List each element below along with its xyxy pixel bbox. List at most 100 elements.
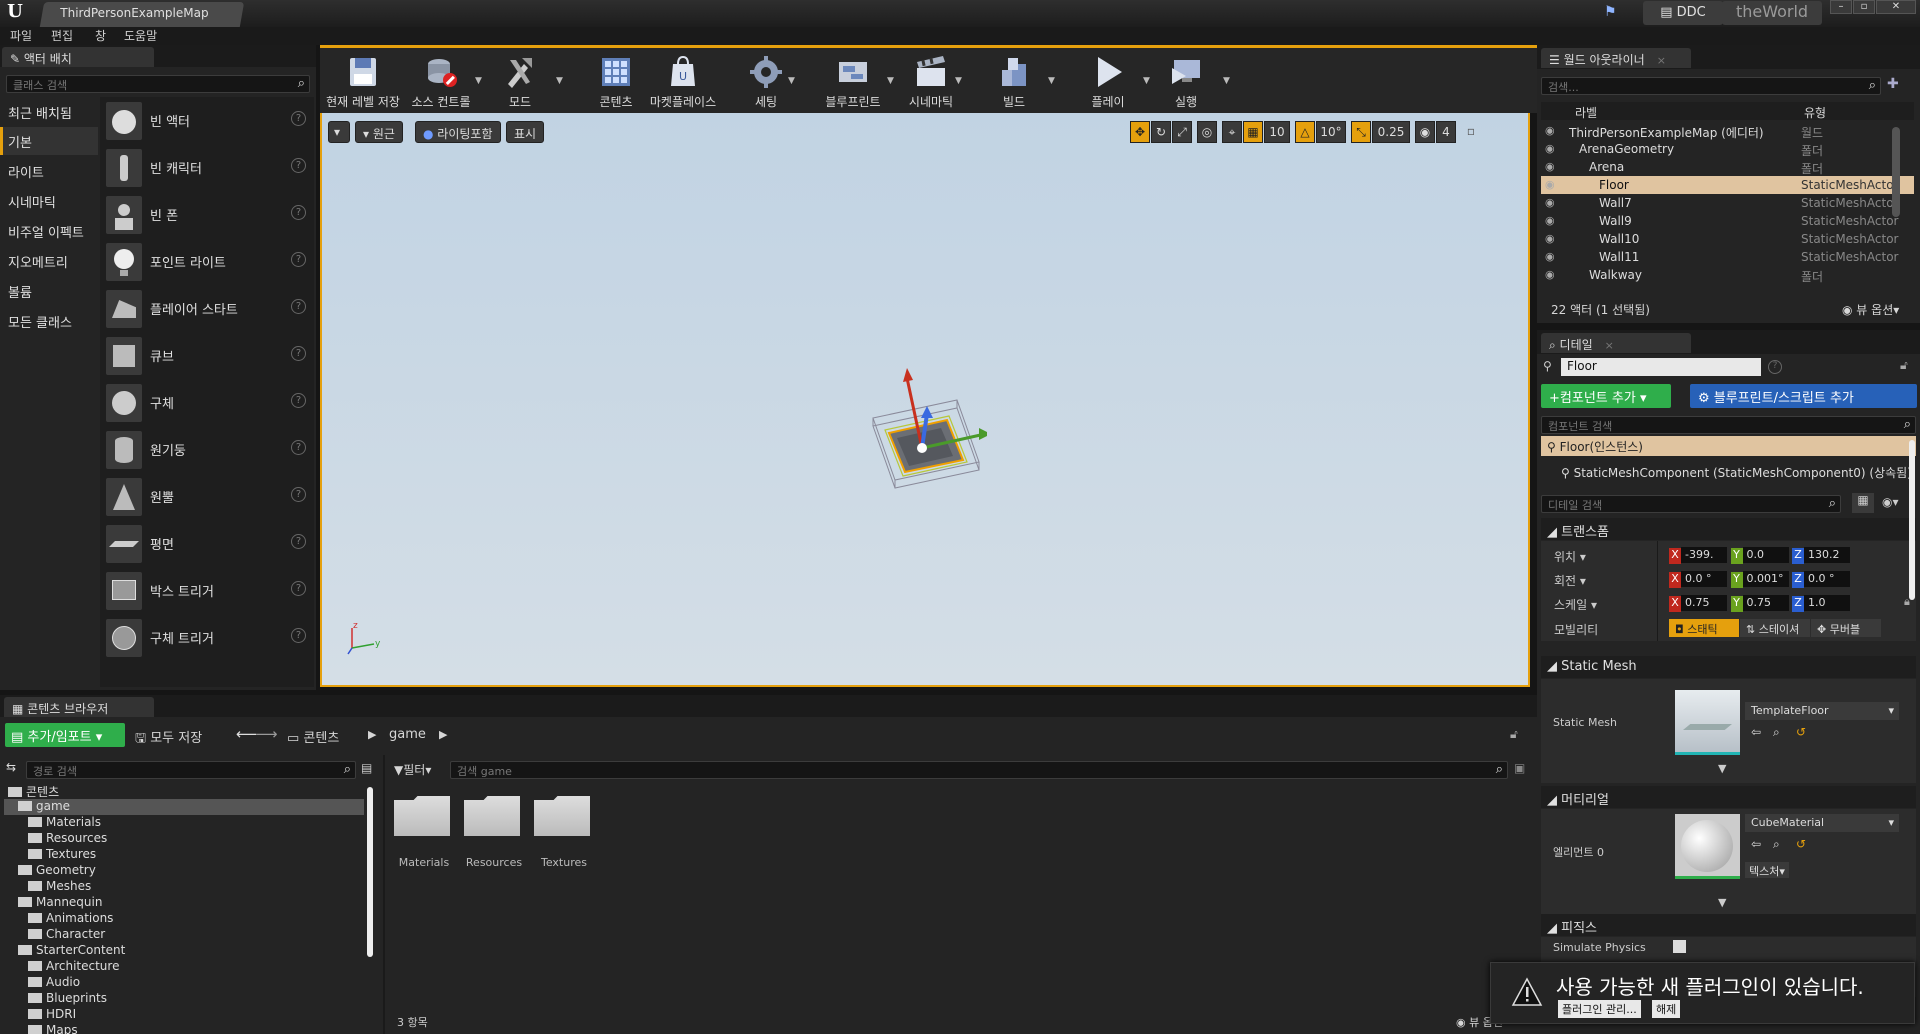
category-visual-effects[interactable]: 비주얼 이펙트 bbox=[0, 217, 98, 245]
folder-tree-item[interactable]: Character bbox=[4, 927, 364, 943]
tree-scrollbar[interactable] bbox=[367, 787, 373, 957]
map-tab[interactable]: ThirdPersonExampleMap bbox=[39, 2, 245, 27]
rotation-label[interactable]: 회전 ▾ bbox=[1554, 572, 1586, 589]
menu-window[interactable]: 창 bbox=[95, 27, 106, 45]
settings-dropdown-icon[interactable]: ▼ bbox=[788, 76, 798, 86]
asset-search-input[interactable]: 검색 game ⌕ bbox=[450, 761, 1508, 779]
visibility-eye-icon[interactable]: ◉ bbox=[1545, 196, 1559, 209]
show-button[interactable]: 표시 bbox=[506, 121, 545, 143]
component-row[interactable]: ⚲ StaticMeshComponent (StaticMeshCompone… bbox=[1561, 464, 1912, 481]
build-button[interactable]: 빌드 bbox=[976, 52, 1052, 112]
location-label[interactable]: 위치 ▾ bbox=[1554, 548, 1586, 565]
help-icon[interactable]: ? bbox=[291, 158, 306, 173]
actor-point-light[interactable]: 포인트 라이트 ? bbox=[104, 240, 310, 285]
folder-tree-item[interactable]: 콘텐츠 bbox=[4, 783, 364, 799]
browse-search-icon[interactable]: ⌕ bbox=[1773, 725, 1780, 740]
maximize-viewport-icon[interactable]: ▫ bbox=[1462, 121, 1480, 143]
grid-snap-value[interactable]: 10 bbox=[1264, 121, 1290, 143]
category-basic[interactable]: 기본 bbox=[0, 127, 98, 155]
texture-dropdown[interactable]: 텍스처▾ bbox=[1745, 862, 1789, 878]
scale-label[interactable]: 스케일 ▾ bbox=[1554, 596, 1597, 613]
actor-empty-character[interactable]: 빈 캐릭터 ? bbox=[104, 146, 310, 191]
actor-empty-actor[interactable]: 빈 액터 ? bbox=[104, 99, 310, 144]
grid-snap-icon[interactable]: ▦ bbox=[1243, 121, 1263, 143]
location-y-field[interactable]: 0.0 bbox=[1742, 547, 1789, 563]
actor-empty-pawn[interactable]: 빈 폰 ? bbox=[104, 193, 310, 238]
tab-place-actors[interactable]: ✎ 액터 배치 bbox=[2, 47, 154, 67]
outliner-row[interactable]: ◉ Walkway 폴더 bbox=[1541, 266, 1914, 284]
unreal-logo-icon[interactable]: U bbox=[2, 1, 28, 25]
back-arrow-icon[interactable]: ⟵ bbox=[236, 725, 258, 743]
folder-tree-item[interactable]: game bbox=[4, 799, 364, 815]
actor-cube[interactable]: 큐브 ? bbox=[104, 334, 310, 379]
add-blueprint-button[interactable]: ⚙ 블루프린트/스크립트 추가 bbox=[1690, 384, 1917, 408]
folder-tree-item[interactable]: Materials bbox=[4, 815, 364, 831]
static-mesh-picker[interactable]: TemplateFloor ▾ bbox=[1745, 702, 1899, 720]
outliner-search-input[interactable]: 검색... ⌕ bbox=[1541, 77, 1881, 95]
category-volumes[interactable]: 볼륨 bbox=[0, 277, 98, 305]
play-button[interactable]: 플레이 bbox=[1070, 52, 1146, 112]
material-picker[interactable]: CubeMaterial ▾ bbox=[1745, 814, 1899, 832]
scale-x-field[interactable]: 0.75 bbox=[1681, 595, 1727, 611]
menu-help[interactable]: 도움말 bbox=[124, 27, 157, 45]
selected-floor-actor[interactable] bbox=[867, 338, 987, 498]
class-search-input[interactable]: 클래스 검색 ⌕ bbox=[6, 75, 310, 93]
scale-z-field[interactable]: 1.0 bbox=[1804, 595, 1850, 611]
tab-world-outliner[interactable]: ☰ 월드 아웃라이너 × bbox=[1541, 48, 1691, 68]
rotation-x-field[interactable]: 0.0 ° bbox=[1681, 571, 1727, 587]
dismiss-button[interactable]: 해제 bbox=[1652, 1000, 1681, 1018]
modes-button[interactable]: 모드 bbox=[482, 52, 558, 112]
category-recent[interactable]: 최근 배치됨 bbox=[0, 98, 98, 126]
level-viewport[interactable]: ▾ ▾ 원근 ● 라이팅포함 표시 ✥ ↻ ⤢ ◎ ⌖ ▦ 10 △ 10° ⤡… bbox=[320, 113, 1530, 687]
actor-plane[interactable]: 평면 ? bbox=[104, 522, 310, 567]
viewport-options-button[interactable]: ▾ bbox=[328, 121, 350, 143]
maximize-button[interactable]: ▫ bbox=[1853, 0, 1875, 14]
help-icon[interactable]: ? bbox=[291, 205, 306, 220]
actor-sphere-trigger[interactable]: 구체 트리거 ? bbox=[104, 616, 310, 661]
col-type[interactable]: 유형 bbox=[1804, 104, 1826, 121]
marketplace-button[interactable]: U 마켓플레이스 bbox=[645, 52, 721, 112]
surface-snap-icon[interactable]: ⌖ bbox=[1222, 121, 1242, 143]
mobility-static-button[interactable]: ◘ 스태틱 bbox=[1669, 619, 1739, 637]
material-thumbnail[interactable] bbox=[1675, 814, 1740, 879]
actor-name-field[interactable]: Floor bbox=[1561, 358, 1761, 376]
perspective-button[interactable]: ▾ 원근 bbox=[355, 121, 403, 143]
help-icon[interactable]: ? bbox=[291, 299, 306, 314]
visibility-eye-icon[interactable]: ◉ bbox=[1545, 250, 1559, 263]
help-icon[interactable]: ? bbox=[291, 628, 306, 643]
details-scrollbar[interactable] bbox=[1909, 440, 1915, 600]
add-component-button[interactable]: +컴포넌트 추가 ▾ bbox=[1541, 384, 1671, 408]
outliner-row[interactable]: ◉ Arena 폴더 bbox=[1541, 158, 1914, 176]
folder-tile[interactable]: Textures bbox=[534, 792, 594, 872]
static-mesh-header[interactable]: ◢ Static Mesh bbox=[1541, 656, 1916, 678]
breadcrumb-separator-icon[interactable]: ▶ bbox=[368, 728, 376, 741]
camera-speed-value[interactable]: 4 bbox=[1436, 121, 1456, 143]
close-icon[interactable]: × bbox=[1657, 54, 1666, 67]
visibility-eye-icon[interactable]: ◉ bbox=[1545, 160, 1559, 173]
location-z-field[interactable]: 130.2 bbox=[1804, 547, 1850, 563]
mobility-stationary-button[interactable]: ⇅ 스테이셔 bbox=[1740, 619, 1810, 637]
outliner-row[interactable]: ◉ ArenaGeometry 폴더 bbox=[1541, 140, 1914, 158]
actor-sphere[interactable]: 구체 ? bbox=[104, 381, 310, 426]
folder-tree-item[interactable]: Textures bbox=[4, 847, 364, 863]
view-options-eye-icon[interactable]: ◉▾ bbox=[1882, 495, 1899, 509]
path-search-input[interactable]: 경로 검색 ⌕ bbox=[26, 761, 356, 779]
add-import-button[interactable]: ▤ 추가/임포트 ▾ bbox=[5, 723, 125, 747]
minimize-button[interactable]: – bbox=[1830, 0, 1852, 14]
visibility-eye-icon[interactable]: ◉ bbox=[1545, 268, 1559, 281]
folder-tile[interactable]: Resources bbox=[464, 792, 524, 872]
folder-tree-item[interactable]: Blueprints bbox=[4, 991, 364, 1007]
rotation-snap-icon[interactable]: △ bbox=[1295, 121, 1315, 143]
world-button[interactable]: theWorld bbox=[1722, 1, 1822, 25]
help-icon[interactable]: ? bbox=[291, 393, 306, 408]
help-icon[interactable]: ? bbox=[291, 487, 306, 502]
reset-arrow-icon[interactable]: ↺ bbox=[1796, 837, 1806, 851]
folder-tree-item[interactable]: Maps bbox=[4, 1023, 364, 1034]
sources-toggle-icon[interactable]: ⇆ bbox=[6, 760, 16, 774]
visibility-eye-icon[interactable]: ◉ bbox=[1545, 124, 1559, 137]
transform-header[interactable]: ◢ 트랜스폼 bbox=[1541, 518, 1916, 540]
folder-tree-item[interactable]: StarterContent bbox=[4, 943, 364, 959]
tree-divider[interactable] bbox=[383, 755, 385, 1034]
rotation-z-field[interactable]: 0.0 ° bbox=[1804, 571, 1850, 587]
help-icon[interactable]: ? bbox=[291, 111, 306, 126]
